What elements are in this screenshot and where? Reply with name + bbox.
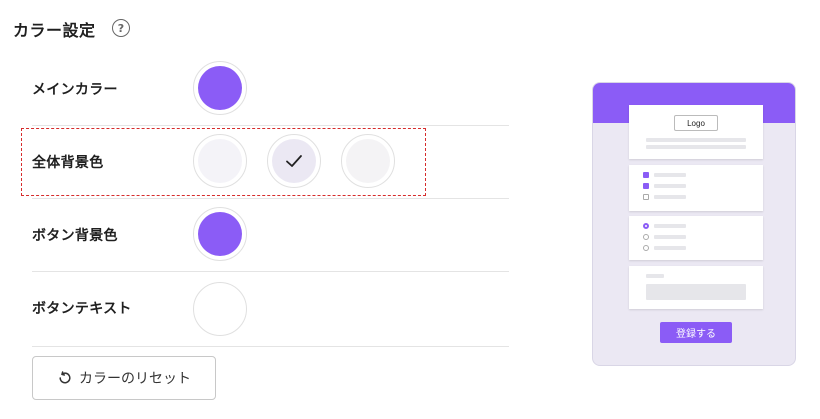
button-text-label: ボタンテキスト: [32, 301, 132, 317]
preview-line: [646, 138, 746, 142]
preview-card-checkboxes: [629, 165, 763, 211]
section-title: カラー設定: [13, 21, 96, 40]
reset-colors-button[interactable]: カラーのリセット: [32, 356, 216, 400]
preview-line: [654, 195, 686, 199]
button-bg-swatch[interactable]: [193, 207, 247, 261]
button-text-fill: [198, 287, 242, 331]
main-color-fill: [198, 66, 242, 110]
preview-card-radios: [629, 216, 763, 260]
preview-checkbox: [643, 194, 649, 200]
preview-line: [654, 246, 686, 250]
row-button-bg-color: ボタン背景色: [32, 198, 509, 272]
row-main-color: メインカラー: [32, 52, 509, 126]
reset-icon: [59, 371, 71, 384]
row-button-text-color: ボタンテキスト: [32, 271, 509, 345]
preview-checkbox-checked: [643, 172, 649, 178]
help-icon[interactable]: ?: [112, 19, 130, 37]
selection-highlight: [21, 128, 426, 196]
preview-card-text: [629, 266, 763, 309]
preview-logo: Logo: [674, 115, 718, 131]
divider: [32, 346, 509, 347]
preview-line: [654, 184, 686, 188]
preview-line: [654, 173, 686, 177]
preview-radio: [643, 234, 649, 240]
preview-text-field: [646, 284, 746, 300]
main-color-label: メインカラー: [32, 82, 118, 98]
preview-card-header: Logo: [629, 105, 763, 159]
preview-submit-button: 登録する: [660, 322, 732, 343]
preview-line: [654, 235, 686, 239]
preview-line: [646, 145, 746, 149]
button-bg-label: ボタン背景色: [32, 228, 118, 244]
button-bg-fill: [198, 212, 242, 256]
preview-line: [646, 274, 664, 278]
button-text-swatch[interactable]: [193, 282, 247, 336]
preview-line: [654, 224, 686, 228]
reset-button-label: カラーのリセット: [79, 371, 191, 387]
preview-radio: [643, 245, 649, 251]
main-color-swatch[interactable]: [193, 61, 247, 115]
form-preview: Logo 登録する: [592, 82, 796, 366]
preview-radio-selected: [643, 223, 649, 229]
preview-checkbox-checked: [643, 183, 649, 189]
